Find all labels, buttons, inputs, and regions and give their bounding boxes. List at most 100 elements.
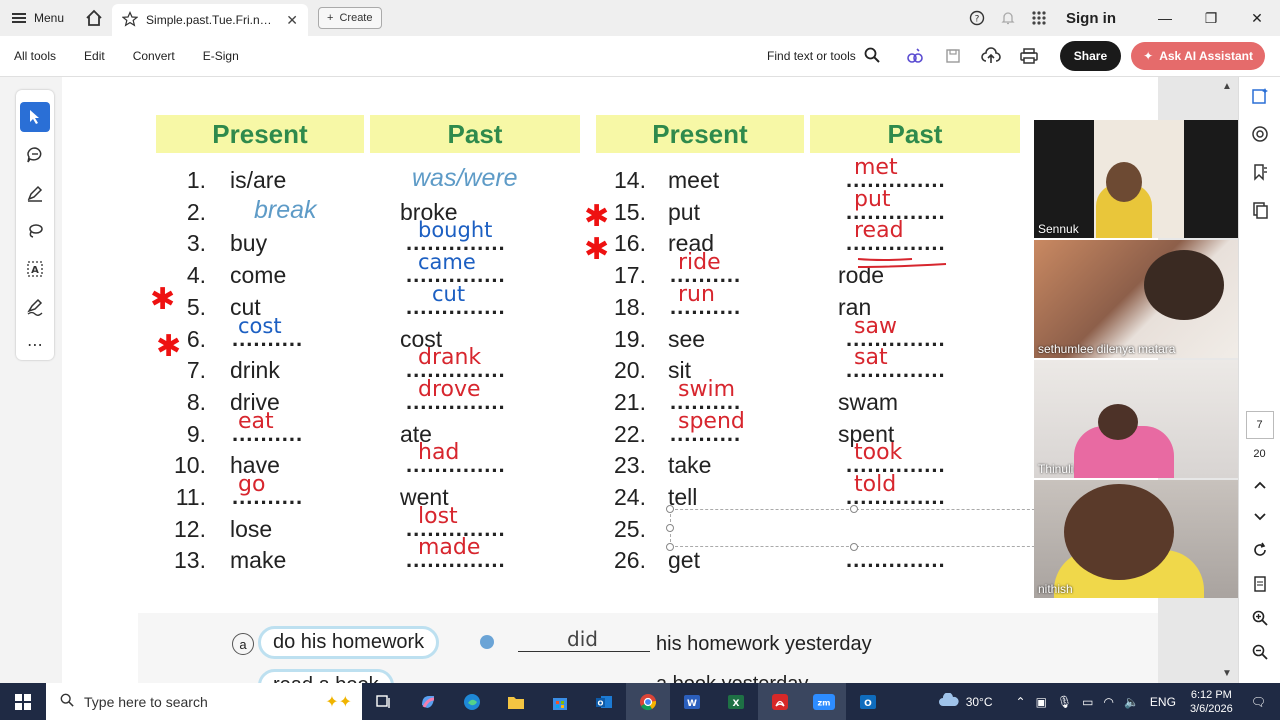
resize-handle[interactable] [850,543,858,551]
meet-now-icon[interactable]: ▣ [1031,695,1052,709]
file-explorer-icon[interactable] [494,683,538,720]
chevron-up-icon[interactable] [1239,469,1280,501]
share-button[interactable]: Share [1059,41,1122,71]
store-icon[interactable] [538,683,582,720]
handwritten-past: met [854,155,898,180]
ai-pen-icon[interactable] [896,47,934,65]
resize-handle[interactable] [850,505,858,513]
comments-icon[interactable] [1239,115,1280,153]
pages-icon[interactable] [1239,191,1280,229]
star-icon[interactable] [121,10,139,30]
page-number-input[interactable]: 7 [1245,411,1274,439]
tray-chevron-icon[interactable]: ⌃ [1011,695,1031,709]
video-tile[interactable]: Sennuk [1034,120,1244,238]
header-present-right: Present [596,115,804,153]
star-mark: ✱ [584,200,610,233]
volume-icon[interactable]: 🔈 [1119,695,1144,709]
outlook-classic-icon[interactable]: O [846,683,890,720]
ai-assistant-button[interactable]: ✦ Ask AI Assistant [1131,42,1265,70]
zoom-in-icon[interactable] [1239,601,1280,635]
find-text-button[interactable]: Find text or tools [767,47,880,66]
outlook-icon[interactable]: O [582,683,626,720]
fill-sign-icon[interactable] [20,292,50,322]
notification-icon[interactable]: 🗨 [1241,695,1280,709]
refresh-icon[interactable] [1239,533,1280,567]
menu-button[interactable]: Menu [0,0,76,36]
menu-label: Menu [34,11,65,25]
search-highlight-icon: ✦✦ [325,693,352,711]
bell-icon[interactable] [992,10,1023,26]
text-box-icon[interactable]: A [20,254,50,284]
participant-name: Sennuk [1038,222,1079,236]
tab-title: Simple.past.Tue.Fri.new (... [146,13,279,27]
present-word: break [254,195,317,224]
weather-icon[interactable] [932,692,966,710]
phrase-pill-a: do his homework [258,626,440,659]
resize-handle[interactable] [666,524,674,532]
excel-icon[interactable]: X [714,683,758,720]
help-icon[interactable]: ? [961,10,992,26]
close-window-icon[interactable]: ✕ [1234,0,1280,36]
maximize-icon[interactable]: ❐ [1188,0,1234,36]
resize-handle[interactable] [666,505,674,513]
acrobat-icon[interactable] [758,683,802,720]
copilot-icon[interactable] [406,683,450,720]
home-icon[interactable] [76,0,112,36]
handwritten-past: put [854,186,891,212]
scroll-down-icon[interactable]: ▼ [1222,668,1232,679]
chevron-down-icon[interactable] [1239,501,1280,533]
bookmark-icon[interactable] [1239,153,1280,191]
word-icon[interactable]: W [670,683,714,720]
scroll-up-icon[interactable]: ▲ [1222,81,1232,92]
lasso-draw-icon[interactable] [20,216,50,246]
wifi-icon[interactable]: ◠ [1098,695,1118,709]
row-number: 25. [614,515,646,542]
workspace: A ⋯ Present Past Present Past 1. is/are wa… [0,77,1280,683]
video-tile[interactable]: nithish [1034,480,1244,598]
highlight-pen-icon[interactable] [20,178,50,208]
zoom-out-icon[interactable] [1239,635,1280,669]
row-number: 23. [614,452,646,479]
comment-icon[interactable] [20,140,50,170]
task-view-icon[interactable] [362,683,406,720]
taskbar-search[interactable]: Type here to search ✦✦ [46,683,362,720]
edge-browser-icon[interactable] [450,683,494,720]
create-button[interactable]: + Create [318,7,382,29]
resize-handle[interactable] [666,543,674,551]
clock[interactable]: 6:12 PM 3/6/2026 [1182,688,1241,716]
zoom-icon[interactable]: zm [802,683,846,720]
windows-start-icon[interactable] [0,683,46,720]
minimize-icon[interactable]: — [1142,0,1188,36]
participant-name: sethumlee dilenya matara [1038,342,1176,356]
past-word: was/were [412,164,518,192]
microphone-icon[interactable]: 🎙 [1052,695,1077,709]
language-indicator[interactable]: ENG [1144,695,1182,709]
all-tools-menu[interactable]: All tools [0,49,70,63]
document-tab[interactable]: Simple.past.Tue.Fri.new (... ✕ [112,4,309,36]
row-number: 3. [186,230,206,257]
print-icon[interactable] [1010,48,1048,64]
chrome-icon[interactable] [626,683,670,720]
convert-menu[interactable]: Convert [119,49,189,63]
esign-menu[interactable]: E-Sign [189,49,253,63]
select-cursor-icon[interactable] [20,102,50,132]
page-fit-icon[interactable] [1239,567,1280,601]
windows-taskbar: Type here to search ✦✦ O W X zm O 30°C ⌃… [0,683,1280,720]
present-word: get [668,547,700,574]
more-tools-icon[interactable]: ⋯ [20,330,50,360]
video-tile[interactable]: Thinuli [1034,360,1244,478]
svg-text:X: X [733,699,740,709]
apps-grid-icon[interactable] [1023,10,1054,26]
save-icon[interactable] [934,48,972,64]
ai-summary-icon[interactable] [1239,77,1280,115]
upload-cloud-icon[interactable] [972,47,1010,65]
row-number: 19. [614,325,646,352]
battery-icon[interactable]: ▭ [1077,695,1098,709]
selection-box[interactable] [670,509,1050,547]
sign-in-button[interactable]: Sign in [1066,10,1116,27]
edit-menu[interactable]: Edit [70,49,119,63]
close-tab-icon[interactable]: ✕ [286,12,298,29]
video-tile[interactable]: sethumlee dilenya matara [1034,240,1244,358]
participant-head [1098,404,1138,440]
answer-dots: .............. [846,547,946,573]
